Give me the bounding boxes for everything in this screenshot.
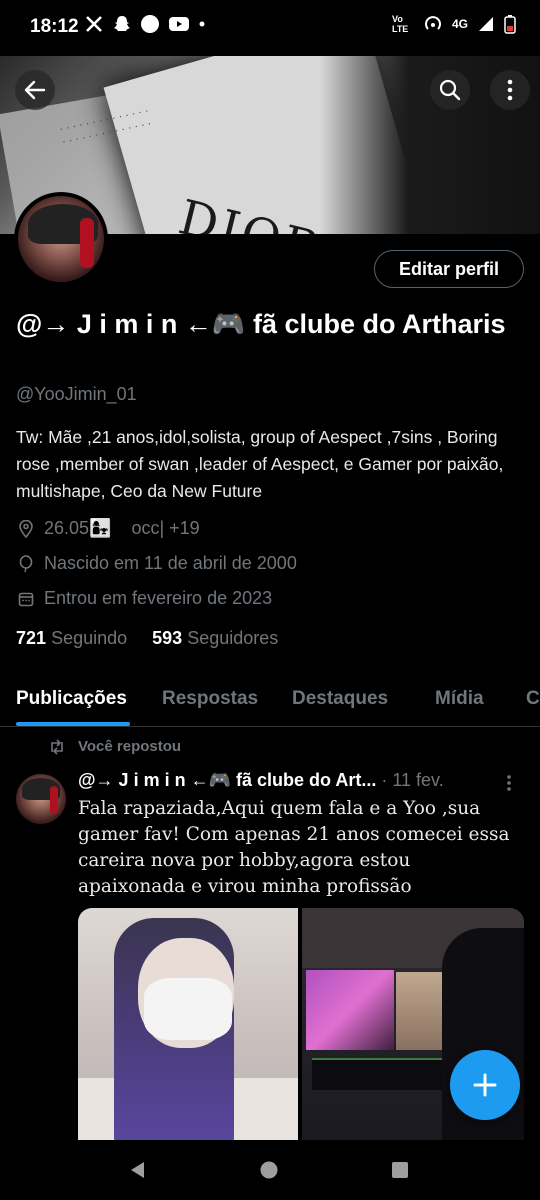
location-icon (19, 519, 33, 538)
compose-button[interactable] (450, 1050, 520, 1120)
location-text: 26.05👩‍👧 occ| +19 (44, 518, 200, 538)
status-bar: 18:12 Vo LTE 4G (0, 0, 540, 56)
back-arrow-icon (24, 80, 46, 100)
followers-link[interactable]: 593 Seguidores (152, 628, 278, 648)
profile-avatar[interactable] (14, 192, 108, 286)
balloon-icon (19, 554, 33, 572)
status-time: 18:12 (30, 16, 79, 37)
youtube-icon (169, 17, 189, 31)
tab-respostas[interactable]: Respostas (162, 688, 258, 710)
nav-back-icon[interactable] (128, 1160, 148, 1180)
battery-icon (504, 15, 516, 34)
system-nav-bar (0, 1140, 540, 1200)
post-image-1[interactable] (78, 908, 298, 1140)
volte-label: Vo LTE (391, 14, 409, 34)
birth-row: Nascido em 11 de abril de 2000 (18, 553, 297, 574)
nav-recents-icon[interactable] (390, 1160, 410, 1180)
active-tab-indicator (16, 722, 130, 726)
display-name: @→ J i m i n ←🎮 fã clube do Artharis (16, 309, 506, 339)
post-author-name[interactable]: @→ J i m i n ←🎮 fã clube do Art... (78, 770, 376, 790)
following-count: 721 (16, 628, 47, 648)
search-button[interactable] (430, 70, 470, 110)
snapchat-icon (114, 16, 130, 31)
profile-bio: Tw: Mãe ,21 anos,idol,solista, group of … (16, 427, 504, 501)
tab-more[interactable]: C (526, 688, 540, 710)
post-text: Fala rapaziada,Aqui quem fala e a Yoo ,s… (78, 798, 510, 897)
user-handle: @YooJimin_01 (16, 384, 137, 404)
more-button[interactable] (490, 70, 530, 110)
following-link[interactable]: 721 Seguindo (16, 628, 127, 648)
nav-home-icon[interactable] (259, 1160, 279, 1180)
repost-indicator: Você repostou (48, 738, 181, 755)
repost-icon (51, 738, 63, 755)
repost-label: Você repostou (78, 738, 182, 755)
followers-count: 593 (152, 628, 183, 648)
tab-publicacoes[interactable]: Publicações (16, 688, 127, 710)
follow-stats: 721 Seguindo 593 Seguidores (16, 628, 278, 649)
post-header: @→ J i m i n ←🎮 fã clube do Art... · 11 … (78, 770, 508, 791)
location-row: 26.05👩‍👧 occ| +19 (18, 518, 200, 539)
tab-destaques[interactable]: Destaques (292, 688, 388, 710)
profile-tabs: Publicações Respostas Destaques Mídia C (0, 674, 540, 727)
post-date[interactable]: 11 fev. (392, 770, 443, 790)
hotspot-icon (425, 16, 441, 30)
birth-text: Nascido em 11 de abril de 2000 (44, 553, 297, 573)
following-label: Seguindo (51, 628, 128, 648)
network-label: 4G (451, 17, 468, 31)
circle-app-icon (141, 15, 159, 33)
notification-icons (84, 14, 206, 34)
tab-midia[interactable]: Mídia (435, 688, 484, 710)
compose-plus-icon (473, 1073, 497, 1097)
joined-text: Entrou em fevereiro de 2023 (44, 588, 273, 608)
followers-label: Seguidores (187, 628, 279, 648)
back-button[interactable] (15, 70, 55, 110)
calendar-icon (18, 592, 34, 606)
dot-icon (199, 21, 205, 27)
x-app-icon (86, 16, 102, 32)
search-icon (439, 79, 461, 101)
signal-icon (479, 17, 493, 31)
edit-profile-button[interactable]: Editar perfil (374, 250, 524, 288)
post-author-avatar[interactable] (16, 774, 66, 824)
post-separator: · (381, 770, 388, 790)
joined-row: Entrou em fevereiro de 2023 (18, 588, 272, 609)
system-icons: Vo LTE 4G (392, 14, 516, 34)
more-vertical-icon (507, 775, 511, 791)
post-more-button[interactable] (506, 774, 512, 797)
more-vertical-icon (507, 79, 513, 101)
